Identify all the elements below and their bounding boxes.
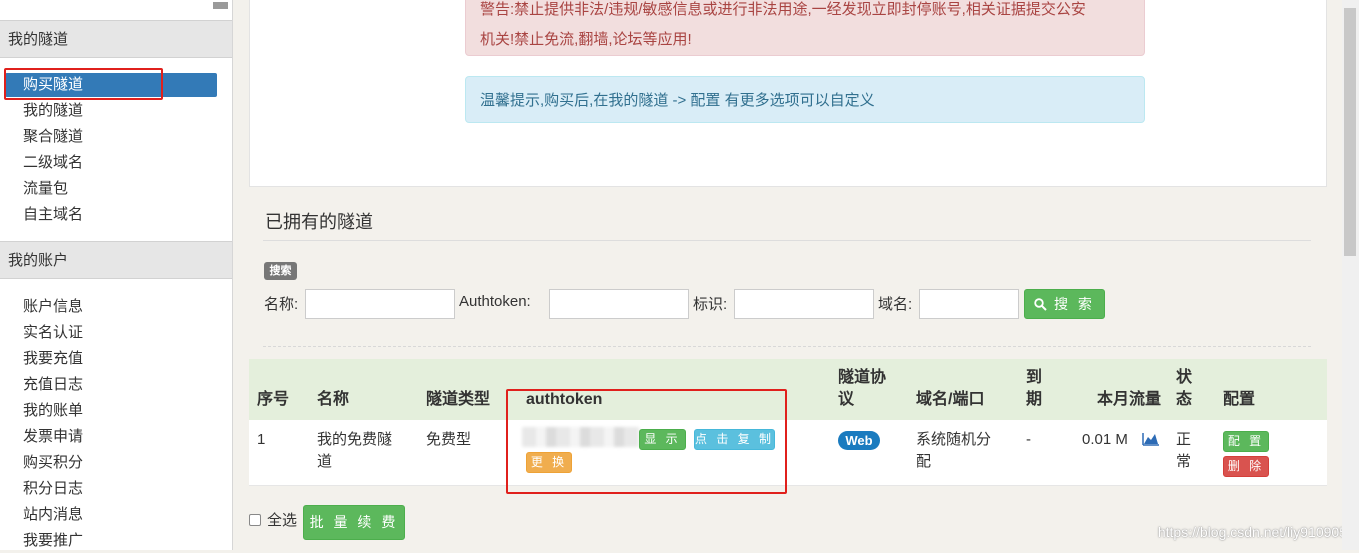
- sidebar-item-invoice[interactable]: 发票申请: [5, 425, 217, 449]
- col-status-line1: 状: [1176, 369, 1193, 386]
- col-name: 名称: [317, 391, 350, 408]
- tag-filter-input[interactable]: [734, 289, 874, 319]
- col-authtoken: authtoken: [526, 391, 603, 408]
- search-button[interactable]: 搜 索: [1024, 289, 1105, 319]
- copy-token-button[interactable]: 点 击 复 制: [694, 429, 775, 450]
- sidebar-item-referral[interactable]: 我要推广: [5, 529, 217, 553]
- cell-name-line2: 道: [317, 453, 333, 470]
- col-expire-line2: 期: [1026, 391, 1043, 408]
- delete-button[interactable]: 删 除: [1223, 456, 1269, 477]
- sidebar-item-buy-tunnel[interactable]: 购买隧道: [5, 73, 217, 97]
- cell-traffic: 0.01 M: [1082, 431, 1128, 448]
- warning-text-line1: 警告:禁止提供非法/违规/敏感信息或进行非法用途,一经发现立即封停账号,相关证据…: [480, 1, 1086, 18]
- area-chart-icon[interactable]: [1142, 432, 1160, 446]
- authtoken-value-masked: [522, 427, 640, 447]
- sidebar-item-my-tunnels[interactable]: 我的隧道: [5, 99, 217, 123]
- sidebar: 我的隧道 购买隧道 我的隧道 聚合隧道 二级域名 流量包 自主域名 我的账户 账…: [0, 0, 233, 550]
- divider: [263, 240, 1311, 241]
- owned-tunnels-title: 已拥有的隧道: [265, 212, 373, 232]
- cell-domain-line1: 系统随机分: [916, 431, 992, 448]
- cell-type: 免费型: [426, 431, 472, 448]
- warning-text-line2: 机关!禁止免流,翻墙,论坛等应用!: [480, 31, 692, 48]
- col-index: 序号: [257, 391, 290, 408]
- domain-filter-label: 域名:: [878, 296, 913, 313]
- replace-token-button[interactable]: 更 换: [526, 452, 572, 473]
- main-content: 警告:禁止提供非法/违规/敏感信息或进行非法用途,一经发现立即封停账号,相关证据…: [233, 0, 1359, 550]
- dashed-divider: [263, 346, 1311, 347]
- authtoken-filter-input[interactable]: [549, 289, 689, 319]
- table-row: [249, 420, 1327, 486]
- info-alert: 温馨提示,购买后,在我的隧道 -> 配置 有更多选项可以自定义: [465, 76, 1145, 123]
- warning-alert: 警告:禁止提供非法/违规/敏感信息或进行非法用途,一经发现立即封停账号,相关证据…: [465, 0, 1145, 56]
- search-badge: 搜索: [264, 262, 297, 280]
- col-expire: 到 期: [1026, 367, 1042, 411]
- search-button-label: 搜 索: [1054, 296, 1095, 312]
- cell-name: 我的免费隧 道: [317, 429, 392, 473]
- select-all-checkbox[interactable]: [249, 514, 261, 526]
- sidebar-item-buy-points[interactable]: 购买积分: [5, 451, 217, 475]
- name-filter-input[interactable]: [305, 289, 455, 319]
- cell-domain-line2: 配: [916, 453, 932, 470]
- sidebar-item-subdomain[interactable]: 二级域名: [5, 151, 217, 175]
- table-header: [249, 359, 1327, 420]
- cell-domain-port: 系统随机分 配: [916, 429, 991, 473]
- watermark: https://blog.csdn.net/liy910905: [1157, 524, 1347, 540]
- sidebar-item-points-log[interactable]: 积分日志: [5, 477, 217, 501]
- sidebar-item-verification[interactable]: 实名认证: [5, 321, 217, 345]
- magnifier-icon: [1034, 298, 1047, 311]
- col-status: 状 态: [1176, 367, 1192, 411]
- cell-status: 正 常: [1176, 429, 1191, 473]
- sidebar-item-aggregate-tunnels[interactable]: 聚合隧道: [5, 125, 217, 149]
- config-button[interactable]: 配 置: [1223, 431, 1269, 452]
- col-traffic: 本月流量: [1097, 391, 1162, 408]
- col-type: 隧道类型: [426, 391, 491, 408]
- sidebar-item-traffic-pack[interactable]: 流量包: [5, 177, 217, 201]
- show-token-button[interactable]: 显 示: [639, 429, 686, 450]
- col-protocol: 隧道协 议: [838, 367, 886, 411]
- cell-status-line1: 正: [1176, 431, 1192, 448]
- select-all-label: 全选: [267, 512, 298, 529]
- col-protocol-line1: 隧道协: [838, 369, 887, 386]
- scrollbar-thumb[interactable]: [1344, 8, 1356, 256]
- sidebar-item-messages[interactable]: 站内消息: [5, 503, 217, 527]
- tag-filter-label: 标识:: [693, 296, 728, 313]
- authtoken-filter-label: Authtoken:: [459, 293, 531, 310]
- cell-expire: -: [1026, 431, 1031, 448]
- sidebar-section-account[interactable]: 我的账户: [0, 241, 232, 279]
- col-expire-line1: 到: [1026, 369, 1043, 386]
- col-config: 配置: [1223, 391, 1256, 408]
- batch-renew-button[interactable]: 批 量 续 费: [303, 505, 405, 540]
- cell-name-line1: 我的免费隧: [317, 431, 393, 448]
- notice-panel: 警告:禁止提供非法/违规/敏感信息或进行非法用途,一经发现立即封停账号,相关证据…: [249, 0, 1327, 187]
- sidebar-section-tunnels[interactable]: 我的隧道: [0, 20, 232, 58]
- collapse-icon[interactable]: [213, 2, 228, 9]
- col-domain-port: 域名/端口: [916, 391, 985, 408]
- protocol-badge: Web: [838, 431, 880, 450]
- col-status-line2: 态: [1176, 391, 1193, 408]
- sidebar-item-recharge[interactable]: 我要充值: [5, 347, 217, 371]
- name-filter-label: 名称:: [264, 296, 299, 313]
- sidebar-item-bills[interactable]: 我的账单: [5, 399, 217, 423]
- sidebar-item-recharge-log[interactable]: 充值日志: [5, 373, 217, 397]
- col-protocol-line2: 议: [838, 391, 855, 408]
- sidebar-item-account-info[interactable]: 账户信息: [5, 295, 217, 319]
- sidebar-item-custom-domain[interactable]: 自主域名: [5, 203, 217, 227]
- domain-filter-input[interactable]: [919, 289, 1019, 319]
- cell-status-line2: 常: [1176, 453, 1192, 470]
- cell-index: 1: [257, 431, 266, 448]
